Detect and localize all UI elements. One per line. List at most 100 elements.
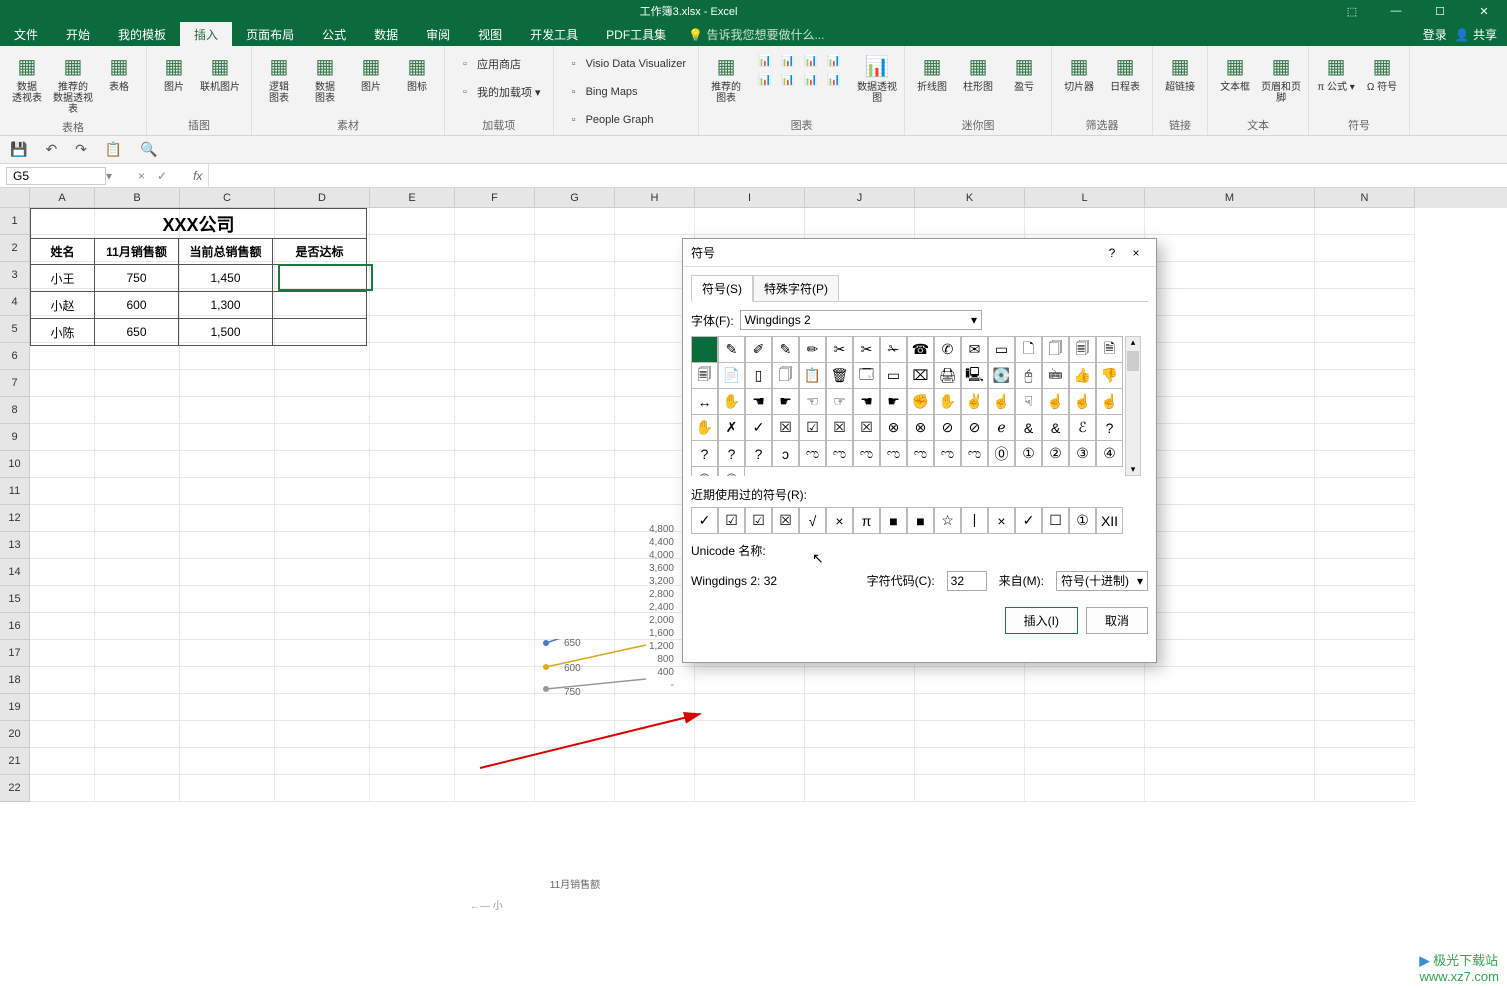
cell[interactable] [30, 478, 95, 505]
cell[interactable] [1025, 667, 1145, 694]
menu-tab-4[interactable]: 页面布局 [232, 22, 308, 47]
cell[interactable] [805, 667, 915, 694]
minimize-icon[interactable]: — [1381, 5, 1411, 18]
col-header[interactable]: E [370, 188, 455, 208]
cell[interactable] [1145, 424, 1315, 451]
cell[interactable] [535, 478, 615, 505]
cell[interactable] [275, 532, 370, 559]
insert-button[interactable]: 插入(I) [1005, 607, 1078, 634]
cell[interactable] [1145, 370, 1315, 397]
symbol-cell[interactable]: 🗑 [826, 362, 853, 389]
cell[interactable] [1315, 478, 1415, 505]
cell[interactable] [1145, 775, 1315, 802]
cell[interactable] [455, 343, 535, 370]
symbol-cell[interactable]: ✌ [961, 388, 988, 415]
cell[interactable] [1315, 262, 1415, 289]
cell[interactable] [1315, 775, 1415, 802]
pivot-chart-button[interactable]: 📊数据透视图 [856, 50, 898, 106]
ribbon-btn-10-1[interactable]: ▦Ω 符号 [1361, 50, 1403, 95]
row-header[interactable]: 22 [0, 775, 30, 802]
char-code-input[interactable]: 32 [947, 571, 987, 591]
cell[interactable] [535, 451, 615, 478]
cell[interactable] [95, 775, 180, 802]
cell[interactable] [370, 559, 455, 586]
cell[interactable] [1145, 586, 1315, 613]
symbol-cell[interactable]: ✓ [745, 414, 772, 441]
cell[interactable] [805, 721, 915, 748]
cell[interactable] [805, 208, 915, 235]
ribbon-btn-2-1[interactable]: ▦数据图表 [304, 50, 346, 106]
cell[interactable] [180, 370, 275, 397]
symbol-cell[interactable]: ☒ [826, 414, 853, 441]
cell[interactable] [95, 694, 180, 721]
cell[interactable] [30, 667, 95, 694]
table-cell[interactable] [273, 292, 367, 319]
row-header[interactable]: 1 [0, 208, 30, 235]
cell[interactable] [535, 370, 615, 397]
recent-symbol-cell[interactable]: ☑ [745, 507, 772, 534]
cell[interactable] [95, 343, 180, 370]
symbol-cell[interactable]: ⑥ [718, 466, 745, 476]
cell[interactable] [455, 289, 535, 316]
symbol-cell[interactable]: ✗ [718, 414, 745, 441]
symbol-cell[interactable]: 👎 [1096, 362, 1123, 389]
cell[interactable] [1315, 235, 1415, 262]
symbol-cell[interactable]: ▭ [880, 362, 907, 389]
cell[interactable] [30, 748, 95, 775]
cell[interactable] [535, 343, 615, 370]
col-header[interactable]: C [180, 188, 275, 208]
cell[interactable] [1315, 613, 1415, 640]
col-header[interactable]: F [455, 188, 535, 208]
cell[interactable] [915, 667, 1025, 694]
symbol-cell[interactable]: ☑ [799, 414, 826, 441]
cell[interactable] [695, 721, 805, 748]
row-header[interactable]: 19 [0, 694, 30, 721]
symbol-cell[interactable]: ☚ [745, 388, 772, 415]
cell[interactable] [30, 505, 95, 532]
ribbon-item[interactable]: ▫我的加载项 ▾ [451, 78, 547, 105]
row-header[interactable]: 21 [0, 748, 30, 775]
symbol-cell[interactable]: ▯ [745, 362, 772, 389]
ribbon-btn-5-0[interactable]: ▦推荐的图表 [705, 50, 747, 106]
cancel-button[interactable]: 取消 [1086, 607, 1148, 634]
symbol-cell[interactable]: ✁ [880, 336, 907, 363]
row-header[interactable]: 4 [0, 289, 30, 316]
cell[interactable] [95, 613, 180, 640]
menu-tab-8[interactable]: 视图 [464, 22, 516, 47]
cell[interactable] [95, 640, 180, 667]
cell[interactable] [1315, 451, 1415, 478]
cell[interactable] [370, 235, 455, 262]
symbol-cell[interactable]: 🗔 [853, 362, 880, 389]
cell[interactable] [275, 451, 370, 478]
cell[interactable] [370, 721, 455, 748]
cell[interactable] [370, 586, 455, 613]
cell[interactable] [30, 640, 95, 667]
symbol-cell[interactable]: 🗍 [772, 362, 799, 389]
symbol-cell[interactable]: ☛ [772, 388, 799, 415]
cell[interactable] [1315, 208, 1415, 235]
cell[interactable] [275, 775, 370, 802]
symbol-cell[interactable]: 📄 [718, 362, 745, 389]
cell[interactable] [1315, 505, 1415, 532]
cell[interactable] [1025, 748, 1145, 775]
ribbon-btn-2-0[interactable]: ▦逻辑图表 [258, 50, 300, 106]
row-header[interactable]: 5 [0, 316, 30, 343]
recent-symbol-cell[interactable]: ☒ [772, 507, 799, 534]
ribbon-item[interactable]: ▫应用商店 [451, 50, 547, 77]
cell[interactable] [30, 424, 95, 451]
ribbon-btn-0-0[interactable]: ▦数据透视表 [6, 50, 48, 106]
cell[interactable] [275, 478, 370, 505]
cell[interactable] [95, 370, 180, 397]
cell[interactable] [370, 532, 455, 559]
symbol-cell[interactable]: ಌ [961, 440, 988, 467]
chart-type-icon[interactable]: 📊 [803, 52, 819, 68]
table-cell[interactable]: 650 [95, 319, 179, 346]
cell[interactable] [95, 667, 180, 694]
symbol-cell[interactable]: ② [1042, 440, 1069, 467]
cell[interactable] [1315, 694, 1415, 721]
table-cell[interactable]: 1,300 [179, 292, 273, 319]
row-header[interactable]: 3 [0, 262, 30, 289]
cell[interactable] [30, 721, 95, 748]
cell[interactable] [275, 748, 370, 775]
row-header[interactable]: 17 [0, 640, 30, 667]
